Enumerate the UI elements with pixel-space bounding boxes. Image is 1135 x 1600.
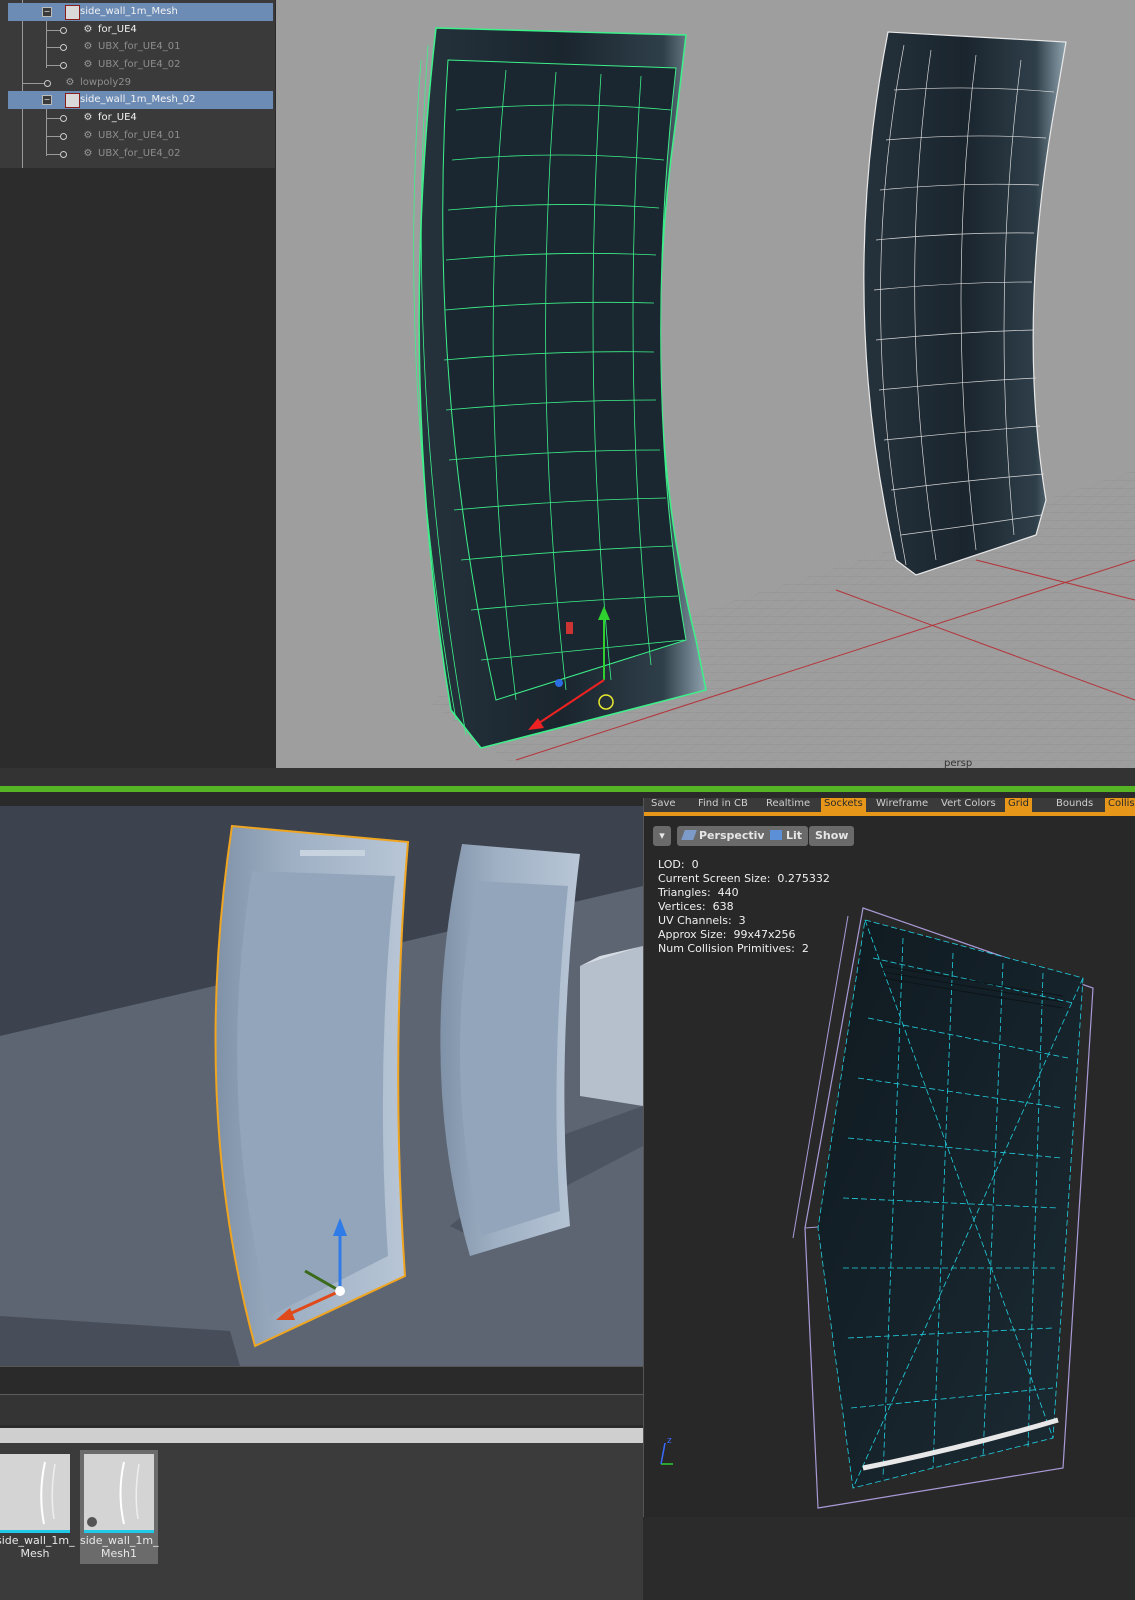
outliner-panel: − side_wall_1m_Mesh ⚙ for_UE4 ⚙ UBX_for_… [0,0,275,168]
node-dot-icon [44,80,51,87]
camera-label: persp [944,758,973,768]
outliner-item-label: side_wall_1m_Mesh_02 [80,94,196,105]
outliner-item-lowpoly29[interactable]: ⚙ lowpoly29 [0,74,275,92]
outliner-item-ubx-02[interactable]: ⚙ UBX_for_UE4_02 [0,56,275,74]
node-dot-icon [60,115,67,122]
content-browser-path-bar [0,1394,643,1425]
node-dot-icon [60,62,67,69]
content-browser-filter-bar [0,1428,643,1443]
group-icon: ⚙ [83,24,93,35]
panel-border [643,798,644,1518]
mesh-icon [65,93,80,108]
outliner-item-label: side_wall_1m_Mesh [80,6,178,17]
asset-thumbnail [0,1454,70,1530]
outliner-item-ubx-01[interactable]: ⚙ UBX_for_UE4_01 [0,38,275,56]
outliner-item-ubx-02-2[interactable]: ⚙ UBX_for_UE4_02 [0,145,275,163]
group-icon: ⚙ [83,148,93,159]
asset-thumbnail [84,1454,154,1530]
outliner-item-label: for_UE4 [98,24,137,35]
selected-wall-mesh [413,27,707,749]
collapse-icon[interactable]: − [42,7,52,17]
axis-indicator: z [660,1436,673,1465]
group-icon: ⚙ [83,112,93,123]
ue-level-viewport[interactable] [0,806,643,1366]
node-dot-icon [60,44,67,51]
ue-level-scene [0,806,643,1366]
maya-viewport[interactable]: persp [276,0,1135,768]
sm-preview-scene: z [660,907,1094,1509]
asset-type-stripe [0,1530,70,1533]
asset-type-stripe [84,1530,154,1533]
outliner-item-for-ue4-2[interactable]: ⚙ for_UE4 [0,109,275,127]
outliner-item-side-wall-mesh[interactable]: − side_wall_1m_Mesh [8,3,273,21]
outliner-item-label: UBX_for_UE4_02 [98,148,181,159]
group-icon: ⚙ [83,130,93,141]
asset-name: side_wall_1m_ Mesh [0,1534,75,1560]
outliner-item-for-ue4[interactable]: ⚙ for_UE4 [0,21,275,39]
mesh-icon [65,5,80,20]
collapse-icon[interactable]: − [42,95,52,105]
outliner-item-side-wall-mesh-02[interactable]: − side_wall_1m_Mesh_02 [8,91,273,109]
content-browser-toolbar [0,1366,643,1393]
outliner-item-label: UBX_for_UE4_01 [98,41,181,52]
ue-second-wall [440,844,580,1256]
outliner-item-label: UBX_for_UE4_01 [98,130,181,141]
maya-scene [413,27,1135,768]
asset-tile-side-wall-mesh[interactable]: side_wall_1m_ Mesh [0,1450,75,1564]
group-icon: ⚙ [65,77,75,88]
outliner-empty-area [0,168,275,768]
ue-selected-wall [214,824,410,1348]
node-dot-icon [60,151,67,158]
static-mesh-editor: Save Find in CB Realtime Sockets Wirefra… [643,798,1135,1518]
maya-statusbar [0,768,1135,786]
group-icon: ⚙ [83,59,93,70]
asset-tile-side-wall-mesh1[interactable]: side_wall_1m_ Mesh1 [80,1450,159,1564]
asset-name: side_wall_1m_ Mesh1 [80,1534,159,1560]
node-dot-icon [60,27,67,34]
outliner-item-ubx-01-2[interactable]: ⚙ UBX_for_UE4_01 [0,127,275,145]
outliner-item-label: lowpoly29 [80,77,131,88]
second-wall-mesh [863,31,1067,576]
group-icon: ⚙ [83,41,93,52]
sm-editor-bottom [643,1517,1135,1600]
node-dot-icon [60,133,67,140]
svg-text:z: z [667,1436,672,1446]
outliner-item-label: UBX_for_UE4_02 [98,59,181,70]
outliner-item-label: for_UE4 [98,112,137,123]
